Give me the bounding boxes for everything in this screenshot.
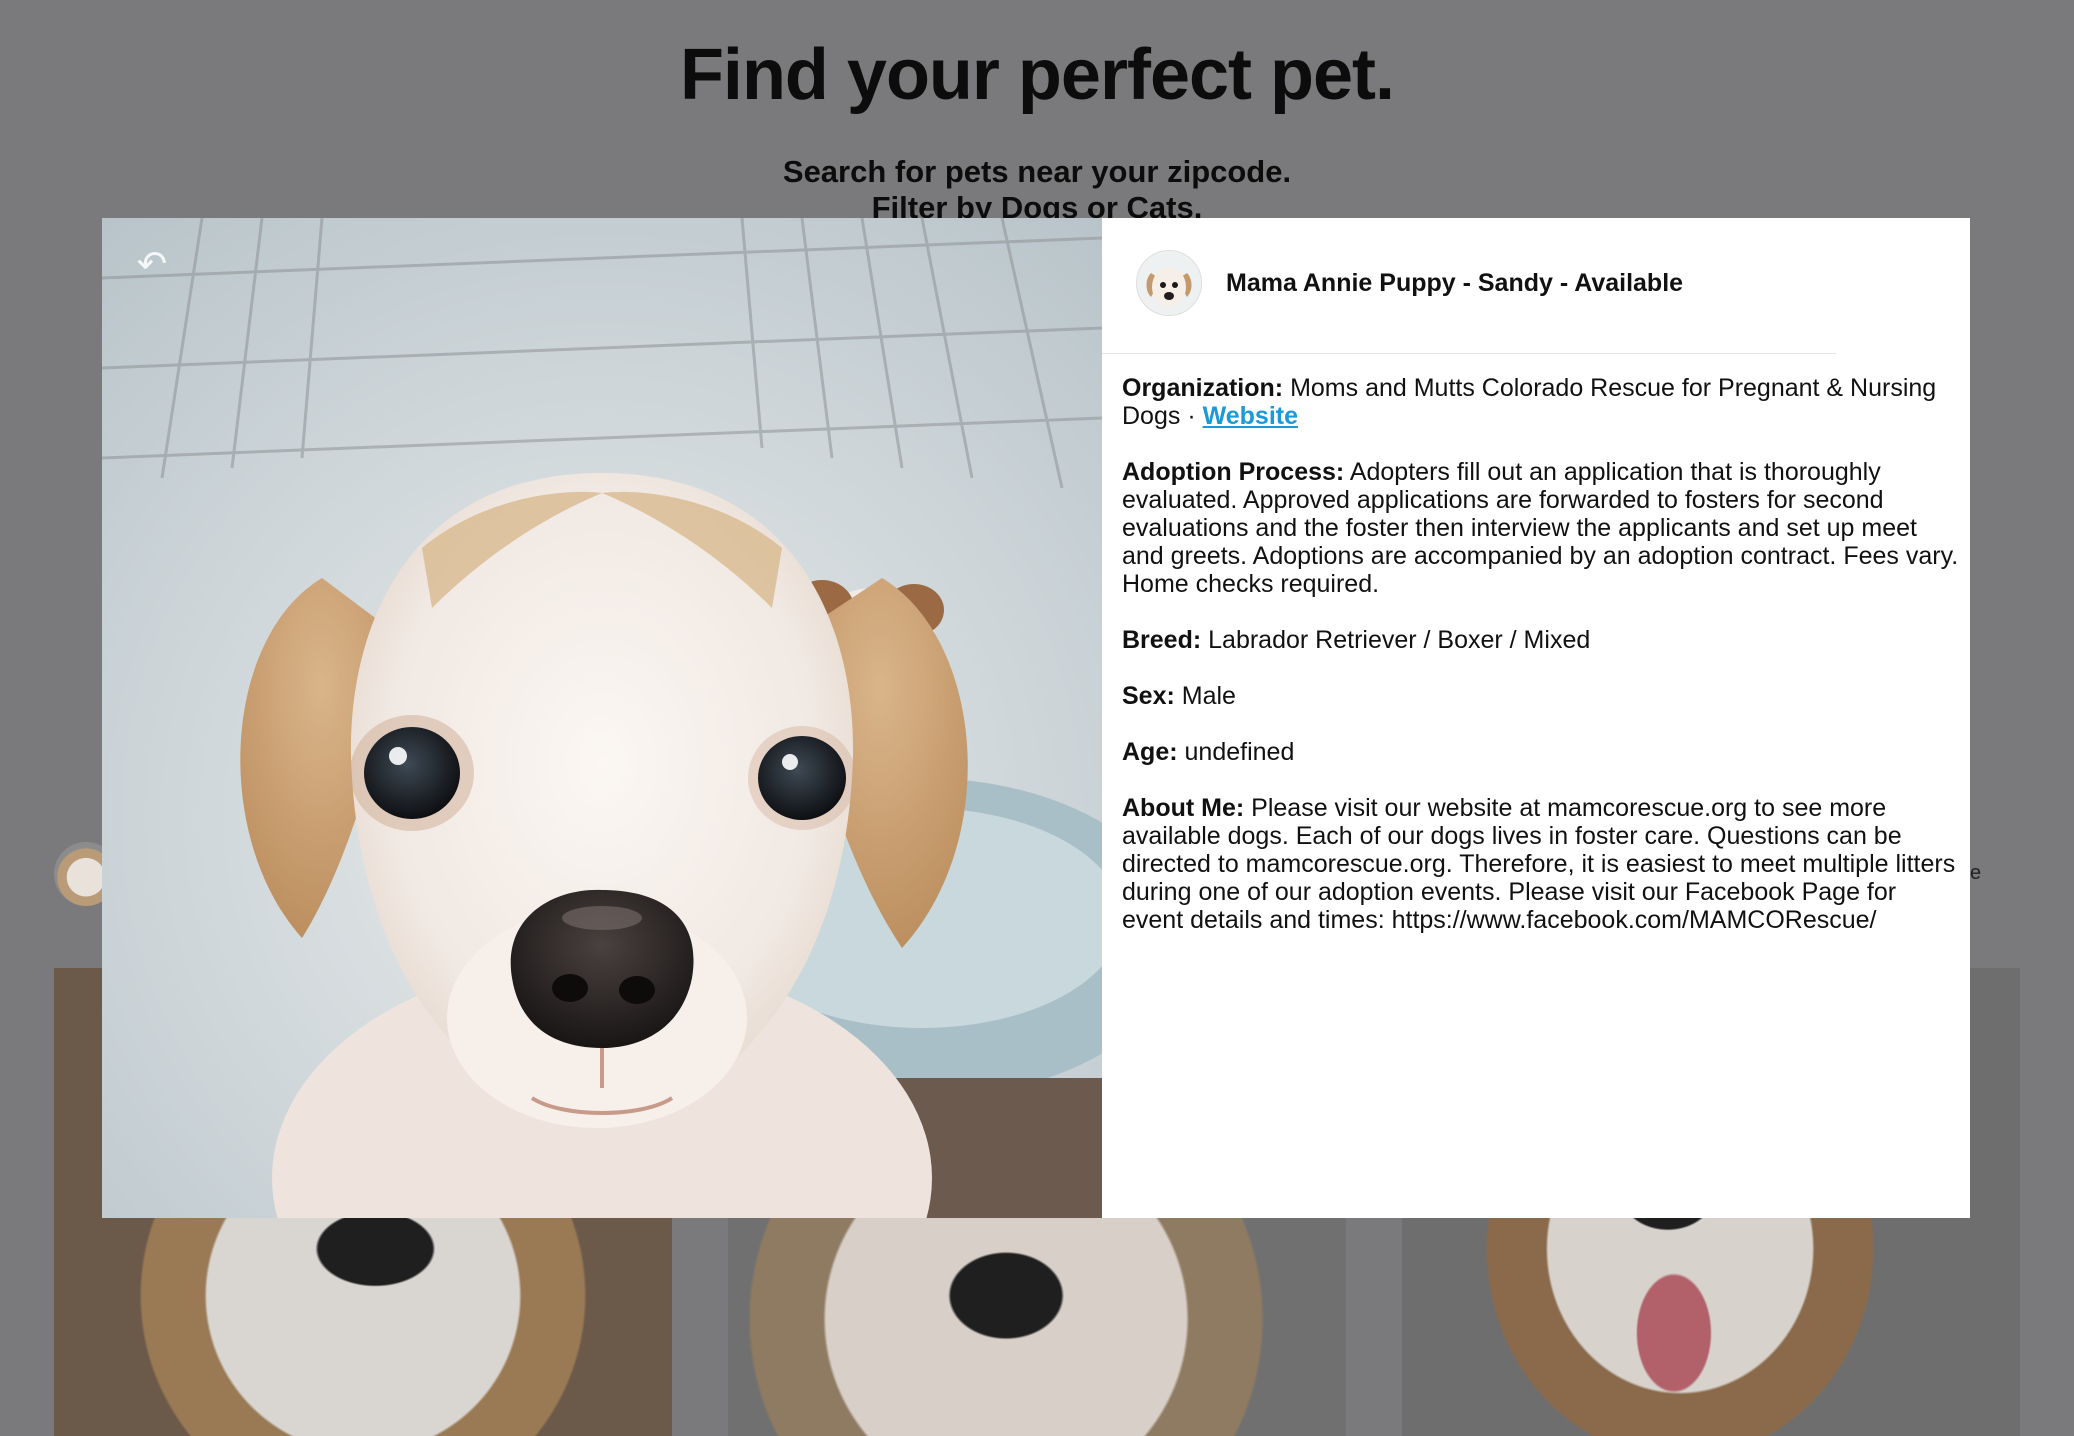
website-link[interactable]: Website <box>1203 402 1298 430</box>
page: Find your perfect pet. Search for pets n… <box>0 0 2074 1436</box>
background-ellipsis: e <box>1970 862 1982 884</box>
pet-avatar-image <box>1137 251 1201 315</box>
page-title: Find your perfect pet. <box>679 35 1395 115</box>
pet-details: Organization: Moms and Mutts Colorado Re… <box>1122 374 1962 962</box>
page-subtitle: Search for pets near your zipcode. Filte… <box>0 154 2074 226</box>
breed-row: Breed: Labrador Retriever / Boxer / Mixe… <box>1122 626 1962 654</box>
subtitle-line-1: Search for pets near your zipcode. <box>782 154 1292 189</box>
sex-value: Male <box>1181 682 1236 710</box>
sex-label: Sex: <box>1122 682 1175 710</box>
sex-row: Sex: Male <box>1122 682 1962 710</box>
age-row: Age: undefined <box>1122 738 1962 766</box>
puppy-illustration <box>102 218 1102 1218</box>
pet-photo: ↶ <box>102 218 1102 1218</box>
divider <box>1102 353 1836 354</box>
age-label: Age: <box>1122 738 1178 766</box>
pet-info-panel: Mama Annie Puppy - Sandy - Available Org… <box>1102 218 1970 1218</box>
breed-label: Breed: <box>1122 626 1202 654</box>
about-row: About Me: Please visit our website at ma… <box>1122 794 1962 934</box>
about-value: Please visit our website at mamcorescue.… <box>1122 794 1956 934</box>
adoption-label: Adoption Process: <box>1122 458 1345 486</box>
pet-avatar <box>1136 250 1202 316</box>
pet-detail-modal: ↶ Mama Annie Puppy - Sandy - Available O… <box>102 218 1970 1218</box>
separator: · <box>1180 402 1203 430</box>
age-value: undefined <box>1184 738 1295 766</box>
close-icon[interactable]: ↶ <box>132 244 172 284</box>
adoption-row: Adoption Process: Adopters fill out an a… <box>1122 458 1962 598</box>
pet-header: Mama Annie Puppy - Sandy - Available <box>1136 248 1836 318</box>
organization-row: Organization: Moms and Mutts Colorado Re… <box>1122 374 1962 430</box>
about-label: About Me: <box>1122 794 1245 822</box>
organization-label: Organization: <box>1122 374 1284 402</box>
breed-value: Labrador Retriever / Boxer / Mixed <box>1208 626 1591 654</box>
pet-name: Mama Annie Puppy - Sandy - Available <box>1226 268 1684 297</box>
